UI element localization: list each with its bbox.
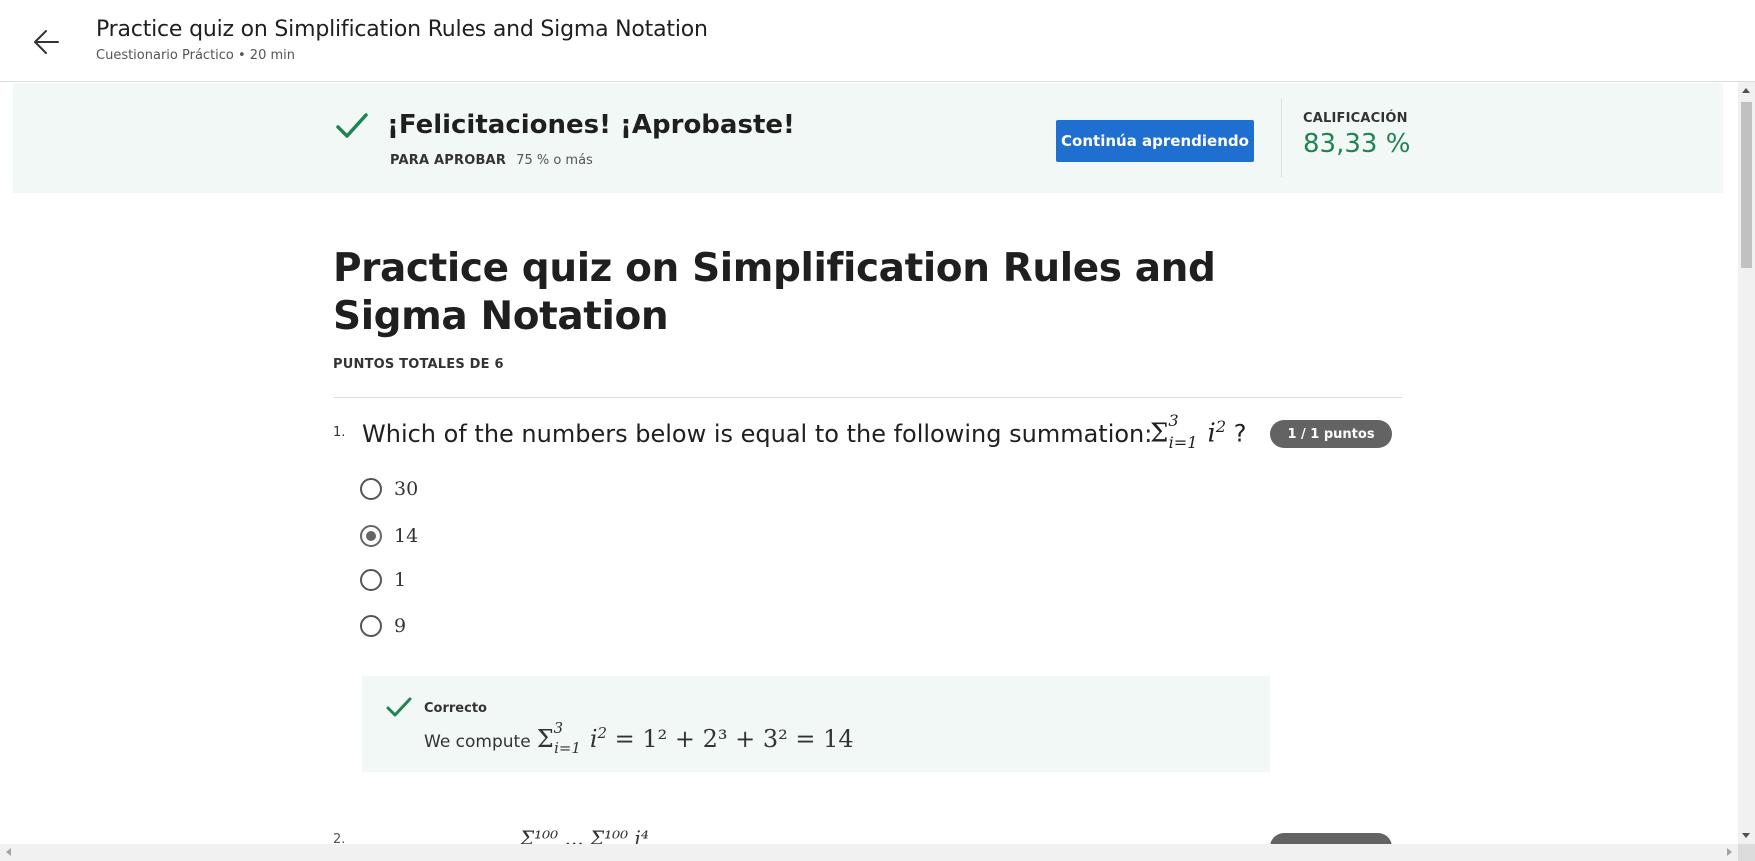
formula-var: i (1207, 418, 1216, 449)
pass-value: 75 % o más (516, 153, 593, 168)
formula-sup: 3 (1168, 411, 1179, 430)
feedback-formula: Σ3i=1 i2 = 1² + 2³ + 3² = 14 (536, 719, 854, 757)
option-label: 14 (394, 525, 419, 547)
divider (333, 397, 1403, 398)
radio-button[interactable] (360, 478, 382, 500)
points-badge: 1 / 1 puntos (1270, 420, 1392, 448)
arrow-left-icon (34, 30, 59, 54)
formula-pow: 2 (597, 724, 607, 742)
feedback-text: We compute Σ3i=1 i2 = 1² + 2³ + 3² = 14 (424, 719, 854, 757)
formula-end: ? (1226, 419, 1247, 448)
continue-learning-button[interactable]: Continúa aprendiendo (1056, 120, 1254, 162)
formula-var: i (589, 725, 598, 753)
option-label: 1 (394, 569, 407, 591)
grade-value: 83,33 % (1303, 129, 1411, 159)
divider (1281, 99, 1282, 177)
question-formula: Σ3 i=1 i2 ? (1150, 411, 1247, 452)
top-header: Practice quiz on Simplification Rules an… (0, 0, 1755, 82)
answer-option[interactable]: 14 (360, 525, 418, 547)
question-number: 1. (333, 425, 346, 440)
check-icon (386, 697, 412, 717)
sigma-symbol: Σ (1150, 418, 1169, 449)
formula-sub: i=1 (1168, 432, 1198, 452)
feedback-rhs: = 1² + 2³ + 3² = 14 (614, 725, 854, 753)
option-label: 9 (394, 615, 407, 637)
back-button[interactable] (28, 24, 68, 60)
answer-option[interactable]: 9 (360, 615, 406, 637)
formula-pow: 2 (1215, 417, 1227, 436)
horizontal-scrollbar[interactable] (0, 844, 1738, 861)
scrollbar-thumb[interactable] (1741, 102, 1752, 268)
feedback-box: Correcto We compute Σ3i=1 i2 = 1² + 2³ + … (362, 676, 1270, 772)
formula-sub: i=1 (554, 738, 581, 757)
radio-button[interactable] (360, 569, 382, 591)
option-label: 30 (394, 478, 419, 500)
feedback-prefix: We compute (424, 732, 531, 752)
scroll-left-icon[interactable] (6, 848, 11, 856)
radio-button-selected[interactable] (360, 525, 382, 547)
points-total: PUNTOS TOTALES DE 6 (333, 357, 504, 372)
scroll-up-icon[interactable] (1742, 88, 1750, 93)
feedback-status: Correcto (424, 701, 487, 716)
pass-label: PARA APROBAR (390, 153, 507, 168)
scroll-right-icon[interactable] (1727, 848, 1732, 856)
sigma-symbol: Σ (536, 725, 554, 753)
scroll-down-icon[interactable] (1742, 833, 1750, 838)
header-subtitle: Cuestionario Práctico • 20 min (96, 48, 295, 63)
question-text: Which of the numbers below is equal to t… (362, 420, 1153, 448)
page-title: Practice quiz on Simplification Rules an… (333, 246, 1216, 339)
check-icon (336, 113, 368, 138)
banner-title: ¡Felicitaciones! ¡Aprobaste! (387, 110, 795, 140)
pass-requirement: PARA APROBAR 75 % o más (390, 153, 593, 168)
formula-sup: 3 (553, 719, 564, 737)
radio-button[interactable] (360, 615, 382, 637)
result-banner: ¡Felicitaciones! ¡Aprobaste! PARA APROBA… (13, 83, 1723, 193)
answer-option[interactable]: 30 (360, 478, 418, 500)
vertical-scrollbar[interactable] (1738, 82, 1755, 844)
scrollbar-corner (1738, 844, 1755, 861)
answer-option[interactable]: 1 (360, 569, 406, 591)
grade-label: CALIFICACIÓN (1303, 111, 1408, 126)
header-title: Practice quiz on Simplification Rules an… (96, 17, 708, 42)
